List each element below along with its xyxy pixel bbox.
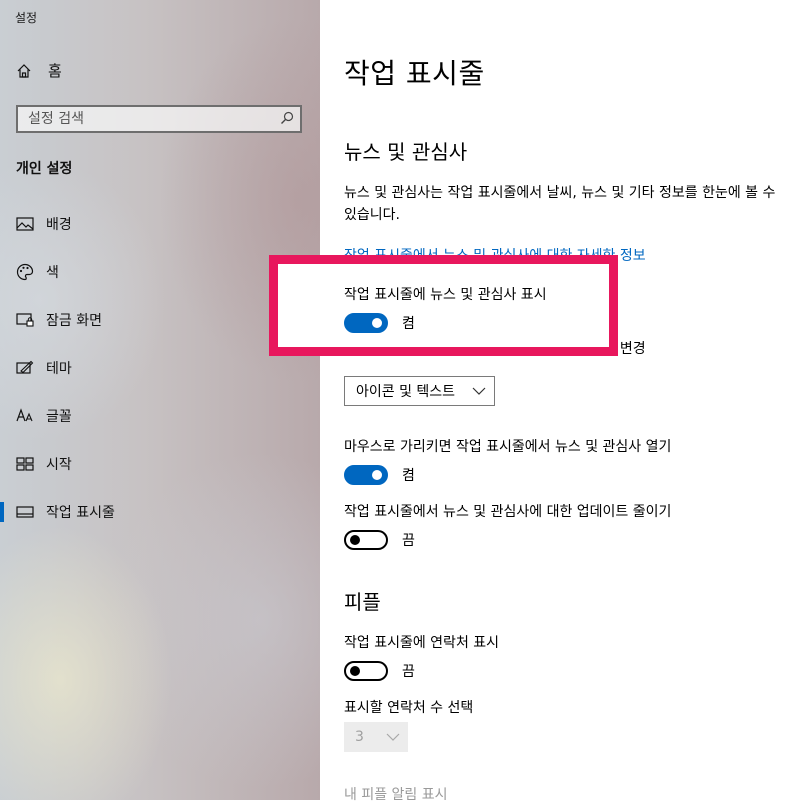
sidebar-item-fonts[interactable]: 글꼴: [0, 392, 320, 440]
sidebar-item-label: 색: [46, 265, 59, 281]
toggle-knob: [350, 666, 360, 676]
highlight-backdrop: [278, 264, 609, 347]
news-more-info-link[interactable]: 작업 표시줄에서 뉴스 및 관심사에 대한 자세한 정보: [344, 245, 646, 265]
news-description: 뉴스 및 관심사는 작업 표시줄에서 날씨, 뉴스 및 기타 정보를 한눈에 볼…: [344, 185, 776, 223]
sidebar-item-label: 배경: [46, 217, 72, 233]
toggle-knob: [350, 535, 360, 545]
section-label: 개인 설정: [16, 161, 73, 177]
contact-count-dropdown: 3: [344, 722, 408, 752]
show-news-state: 켬: [402, 316, 415, 332]
sidebar-item-taskbar[interactable]: 작업 표시줄: [0, 488, 320, 536]
window-title: 설정: [15, 11, 38, 25]
reduce-updates-toggle-row[interactable]: 끔: [344, 530, 415, 550]
main-content: 작업 표시줄 뉴스 및 관심사 뉴스 및 관심사는 작업 표시줄에서 날씨, 뉴…: [320, 0, 800, 803]
image-icon: [16, 215, 34, 233]
start-icon: [16, 455, 34, 473]
show-contacts-toggle[interactable]: [344, 661, 388, 681]
contact-count-value: 3: [355, 729, 364, 745]
sidebar-item-label: 테마: [46, 361, 72, 377]
sidebar-item-color[interactable]: 색: [0, 248, 320, 296]
sidebar-nav: 배경 색 잠금 화면 테마 글꼴 시작 작업 표시줄: [0, 200, 320, 536]
sidebar-item-start[interactable]: 시작: [0, 440, 320, 488]
sidebar-item-label: 작업 표시줄: [46, 505, 115, 521]
show-contacts-label: 작업 표시줄에 연락처 표시: [344, 635, 500, 651]
sidebar-item-theme[interactable]: 테마: [0, 344, 320, 392]
sidebar-item-label: 시작: [46, 457, 72, 473]
show-news-toggle[interactable]: [344, 313, 388, 333]
search-icon[interactable]: [280, 110, 294, 129]
search-input[interactable]: [28, 111, 258, 127]
hover-open-state: 켬: [402, 468, 415, 484]
home-button[interactable]: 홈: [16, 60, 62, 81]
news-link-prefix: 작업 표시줄에서 뉴스 및 관심사에 대한: [344, 248, 577, 264]
show-contacts-state: 끔: [402, 664, 415, 680]
home-icon: [16, 62, 34, 80]
palette-icon: [16, 263, 34, 281]
display-mode-dropdown[interactable]: 아이콘 및 텍스트: [344, 376, 495, 406]
toggle-knob: [372, 318, 382, 328]
reduce-updates-label: 작업 표시줄에서 뉴스 및 관심사에 대한 업데이트 줄이기: [344, 504, 672, 520]
sidebar-item-label: 글꼴: [46, 409, 72, 425]
news-link-suffix: 자세한 정보: [576, 248, 646, 264]
theme-icon: [16, 359, 34, 377]
chevron-down-icon: [472, 383, 486, 399]
show-news-label: 작업 표시줄에 뉴스 및 관심사 표시: [344, 287, 547, 303]
home-label: 홈: [48, 62, 62, 80]
reduce-updates-toggle[interactable]: [344, 530, 388, 550]
settings-search-box[interactable]: [16, 105, 302, 133]
taskbar-icon: [16, 503, 34, 521]
sidebar-item-label: 잠금 화면: [46, 313, 102, 329]
toggle-knob: [372, 470, 382, 480]
sidebar-item-background[interactable]: 배경: [0, 200, 320, 248]
people-notify-label: 내 피플 알림 표시: [344, 787, 448, 803]
display-mode-value: 아이콘 및 텍스트: [356, 384, 456, 400]
reduce-updates-state: 끔: [402, 533, 415, 549]
hover-open-toggle[interactable]: [344, 465, 388, 485]
lock-screen-icon: [16, 311, 34, 329]
selection-indicator: [0, 502, 4, 522]
people-heading: 피플: [344, 590, 381, 614]
show-news-toggle-row[interactable]: 켬: [344, 313, 415, 333]
contact-count-label: 표시할 연락처 수 선택: [344, 700, 474, 716]
hover-open-label: 마우스로 가리키면 작업 표시줄에서 뉴스 및 관심사 열기: [344, 439, 672, 455]
page-title: 작업 표시줄: [344, 57, 485, 90]
sidebar: 설정 홈 개인 설정 배경: [0, 0, 320, 800]
sidebar-item-lock-screen[interactable]: 잠금 화면: [0, 296, 320, 344]
font-icon: [16, 407, 34, 425]
show-contacts-toggle-row[interactable]: 끔: [344, 661, 415, 681]
chevron-down-icon: [386, 729, 400, 745]
news-heading: 뉴스 및 관심사: [344, 140, 468, 164]
hover-open-toggle-row[interactable]: 켬: [344, 465, 415, 485]
